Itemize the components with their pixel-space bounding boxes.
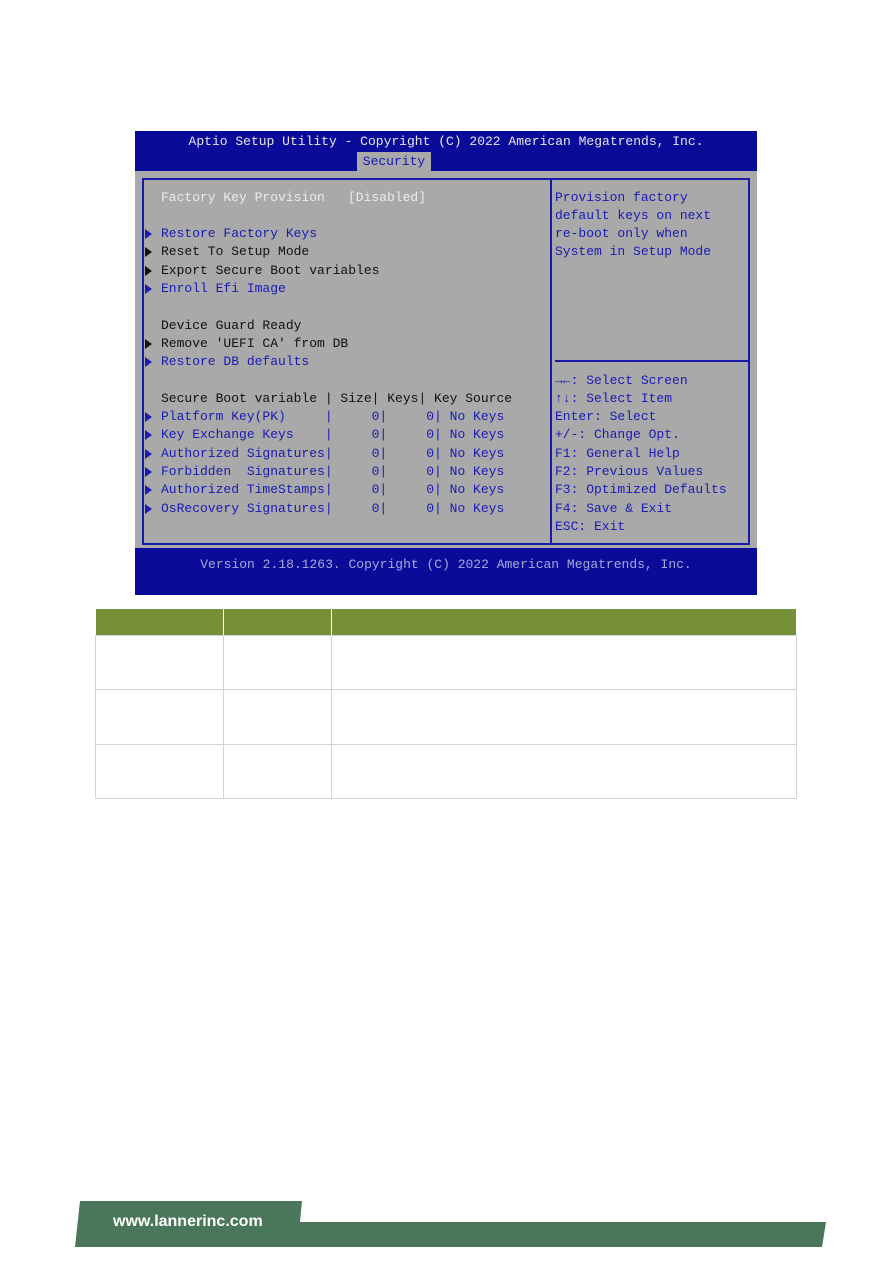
submenu-arrow-icon [145, 229, 152, 239]
bios-screenshot: Aptio Setup Utility - Copyright (C) 2022… [135, 131, 757, 595]
variable-row[interactable]: Forbidden Signatures| 0| 0| No Keys [161, 463, 504, 481]
factory-key-provision-value[interactable]: [Disabled] [348, 189, 426, 207]
table-header-cell [223, 608, 332, 636]
submenu-arrow-icon [145, 412, 152, 422]
key-hint: F2: Previous Values [555, 464, 704, 479]
key-hint: F3: Optimized Defaults [555, 482, 727, 497]
key-hint: →←: Select Screen [555, 373, 688, 388]
submenu-arrow-icon [145, 504, 152, 514]
variable-row[interactable]: Authorized Signatures| 0| 0| No Keys [161, 445, 504, 463]
table-row [95, 689, 797, 745]
help-text-line: System in Setup Mode [555, 244, 712, 259]
key-hint: ↑↓: Select Item [555, 391, 673, 406]
key-hint: F4: Save & Exit [555, 501, 673, 516]
submenu-arrow-icon [145, 467, 152, 477]
table-header-cell [331, 608, 797, 636]
help-text-line: Provision factory [555, 190, 688, 205]
variable-row[interactable]: Platform Key(PK) | 0| 0| No Keys [161, 408, 504, 426]
table-cell [95, 634, 224, 691]
help-text-line: re-boot only when [555, 226, 688, 241]
table-header-cell [95, 608, 224, 636]
submenu-arrow-icon [145, 357, 152, 367]
panel-divider [550, 178, 552, 545]
factory-key-provision-label: Factory Key Provision [161, 190, 325, 205]
table-cell [95, 743, 224, 800]
menu-restore-db-defaults[interactable]: Restore DB defaults [161, 353, 309, 371]
help-text-line: default keys on next [555, 208, 712, 223]
tab-security[interactable]: Security [357, 152, 431, 171]
table-cell [223, 689, 332, 745]
table-header-row [95, 608, 797, 636]
footer-url[interactable]: www.lannerinc.com [113, 1213, 263, 1231]
table-row [95, 634, 797, 691]
submenu-arrow-icon [145, 266, 152, 276]
bios-version: Version 2.18.1263. Copyright (C) 2022 Am… [200, 557, 692, 572]
help-divider [555, 360, 748, 362]
table-cell [331, 743, 797, 800]
device-guard-ready-label: Device Guard Ready [161, 318, 302, 333]
submenu-arrow-icon [145, 339, 152, 349]
menu-remove-uefi-ca[interactable]: Remove 'UEFI CA' from DB [161, 335, 348, 353]
menu-reset-to-setup-mode[interactable]: Reset To Setup Mode [161, 243, 309, 261]
variable-row[interactable]: OsRecovery Signatures| 0| 0| No Keys [161, 500, 504, 518]
key-hint: F1: General Help [555, 446, 680, 461]
table-cell [223, 634, 332, 691]
submenu-arrow-icon [145, 430, 152, 440]
table-cell [331, 689, 797, 745]
variable-row[interactable]: Authorized TimeStamps| 0| 0| No Keys [161, 481, 504, 499]
key-hint: Enter: Select [555, 409, 657, 424]
table-cell [223, 743, 332, 800]
table-cell [331, 634, 797, 691]
variables-header: Secure Boot variable | Size| Keys| Key S… [161, 391, 513, 406]
menu-export-secure-boot-variables[interactable]: Export Secure Boot variables [161, 262, 379, 280]
bios-footer: Version 2.18.1263. Copyright (C) 2022 Am… [135, 548, 757, 595]
menu-restore-factory-keys[interactable]: Restore Factory Keys [161, 225, 317, 243]
variable-row[interactable]: Key Exchange Keys | 0| 0| No Keys [161, 426, 504, 444]
submenu-arrow-icon [145, 485, 152, 495]
table-row [95, 743, 797, 800]
description-table [95, 608, 797, 800]
submenu-arrow-icon [145, 449, 152, 459]
bios-title: Aptio Setup Utility - Copyright (C) 2022… [188, 134, 704, 149]
key-hint: +/-: Change Opt. [555, 427, 680, 442]
submenu-arrow-icon [145, 247, 152, 257]
table-cell [95, 689, 224, 745]
key-hint: ESC: Exit [555, 519, 626, 534]
bios-header: Aptio Setup Utility - Copyright (C) 2022… [135, 131, 757, 171]
menu-enroll-efi-image[interactable]: Enroll Efi Image [161, 280, 286, 298]
submenu-arrow-icon [145, 284, 152, 294]
